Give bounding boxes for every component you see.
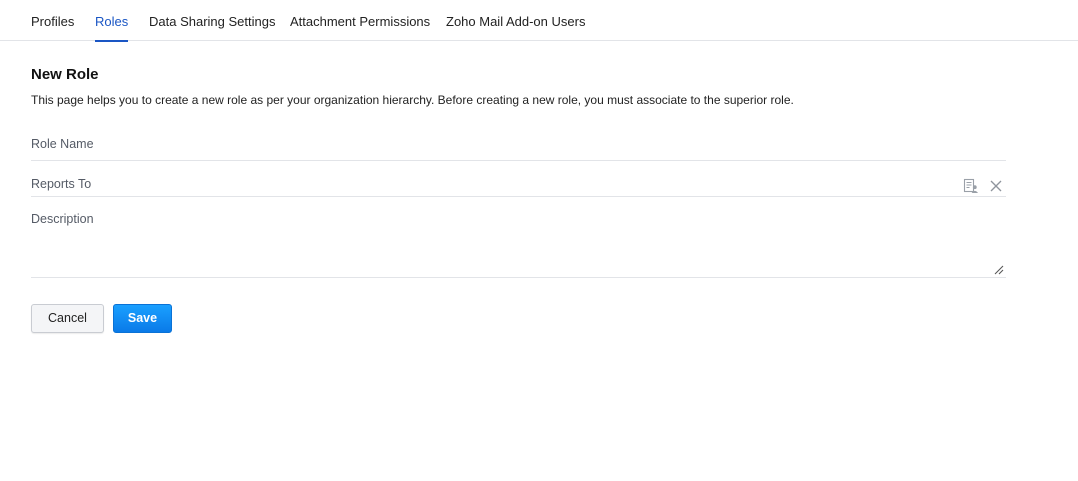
tab-data-sharing-settings[interactable]: Data Sharing Settings	[149, 0, 275, 41]
tab-zoho-mail-add-on-users[interactable]: Zoho Mail Add-on Users	[446, 0, 585, 41]
save-button[interactable]: Save	[113, 304, 172, 333]
tab-bar: Profiles Roles Data Sharing Settings Att…	[0, 0, 1078, 42]
description-field: Description	[31, 207, 1006, 278]
page-title: New Role	[31, 66, 99, 83]
role-name-field: Role Name	[31, 132, 1006, 161]
role-lookup-icon[interactable]	[963, 178, 981, 196]
reports-to-field: Reports To	[31, 172, 1006, 197]
tab-profiles[interactable]: Profiles	[31, 0, 74, 41]
cancel-button[interactable]: Cancel	[31, 304, 104, 333]
tab-attachment-permissions[interactable]: Attachment Permissions	[290, 0, 430, 41]
description-textarea[interactable]	[171, 210, 991, 270]
reports-to-input[interactable]	[171, 175, 951, 195]
role-name-label: Role Name	[31, 137, 94, 151]
page-description: This page helps you to create a new role…	[31, 93, 794, 107]
tab-roles[interactable]: Roles	[95, 0, 129, 42]
reports-to-label: Reports To	[31, 177, 92, 191]
resize-handle-icon[interactable]	[994, 262, 1004, 275]
close-icon[interactable]	[988, 178, 1006, 196]
role-name-input[interactable]	[171, 135, 991, 155]
description-label: Description	[31, 212, 94, 226]
